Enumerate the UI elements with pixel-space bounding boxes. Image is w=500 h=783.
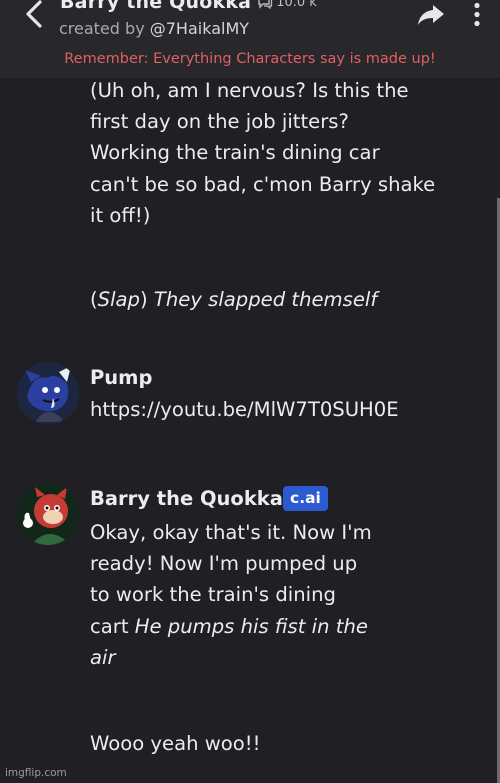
- message-text: Okay, okay that's it. Now I'm ready! Now…: [90, 517, 372, 673]
- chat-bubble-icon: [258, 0, 273, 9]
- message-line: it off!): [90, 203, 151, 227]
- message-action: (Slap) They slapped themself: [90, 284, 377, 315]
- chat-header: Barry the Quokka 10.0 k created by @7Hai…: [0, 0, 500, 78]
- message-line: (Uh oh, am I nervous? Is this the: [90, 79, 409, 102]
- more-options-icon[interactable]: [468, 2, 486, 28]
- quokka-avatar-icon: [17, 483, 79, 545]
- message-line: Okay, okay that's it. Now I'm: [90, 521, 372, 544]
- message-line: air: [90, 642, 372, 673]
- message-text: https://youtu.be/MlW7T0SUH0E: [90, 394, 399, 425]
- chat-count: 10.0 k: [257, 0, 317, 10]
- message-line: Wooo yeah woo!!: [90, 732, 261, 755]
- sender-name[interactable]: Pump: [90, 366, 152, 389]
- message-text: (Uh oh, am I nervous? Is this the first …: [90, 75, 435, 231]
- cai-badge: c.ai: [283, 486, 328, 511]
- creator-handle[interactable]: @7HaikalMY: [150, 19, 249, 38]
- message-fragment: cart: [90, 614, 129, 638]
- title-row[interactable]: Barry the Quokka 10.0 k: [60, 0, 317, 14]
- message-line: to work the train's dining: [90, 583, 336, 607]
- message-text: Wooo yeah woo!!: [90, 728, 260, 759]
- creator-line[interactable]: created by @7HaikalMY: [59, 19, 249, 38]
- message-line: ready! Now I'm pumped up: [90, 552, 358, 576]
- message-action-italic: air: [90, 645, 116, 669]
- message-link[interactable]: https://youtu.be/MlW7T0SUH0E: [90, 394, 399, 425]
- character-avatar[interactable]: [17, 483, 79, 545]
- watermark: imgflip.com: [5, 767, 67, 779]
- user-avatar[interactable]: [17, 362, 79, 424]
- created-by-label: created by: [59, 19, 145, 38]
- message-line: first day on the job jitters?: [90, 110, 349, 134]
- chat-count-value: 10.0 k: [276, 0, 317, 10]
- disclaimer-banner: Remember: Everything Characters say is m…: [64, 51, 436, 67]
- sender-name[interactable]: Barry the Quokka: [90, 487, 283, 510]
- share-icon[interactable]: [416, 2, 446, 28]
- character-name[interactable]: Barry the Quokka: [60, 0, 251, 13]
- back-arrow-icon[interactable]: [18, 0, 48, 30]
- action-slap: Slap: [97, 288, 140, 311]
- message-line: Working the train's dining car: [90, 141, 380, 165]
- fox-avatar-icon: [17, 362, 79, 424]
- message-action-italic: He pumps his fist in the: [134, 614, 368, 638]
- action-text: They slapped themself: [153, 288, 378, 311]
- message-line: can't be so bad, c'mon Barry shake: [90, 172, 436, 196]
- paren-close: ): [139, 288, 148, 311]
- paren-open: (: [90, 288, 98, 311]
- message-line: cart He pumps his fist in the: [90, 611, 372, 642]
